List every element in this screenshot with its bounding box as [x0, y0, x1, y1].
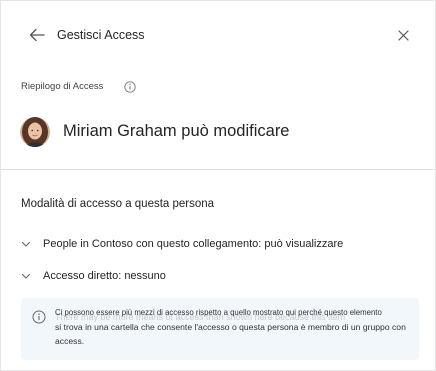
access-summary-label: Riepilogo di Access: [21, 81, 104, 92]
chevron-down-icon: [21, 269, 39, 283]
access-row-label: People in Contoso con questo collegament…: [43, 238, 344, 250]
notice-line-1: Ci possono essere più mezzi di accesso r…: [55, 308, 382, 317]
access-row-direct[interactable]: Accesso diretto: nessuno: [21, 266, 166, 286]
person-permission-title: Miriam Graham può modificare: [63, 122, 290, 140]
notice-line-2: si trova in una cartella che consente l'…: [55, 322, 406, 332]
arrow-left-icon: [29, 28, 45, 42]
avatar: [20, 117, 50, 147]
access-row-label: Accesso diretto: nessuno: [43, 270, 166, 282]
back-button[interactable]: [25, 23, 49, 47]
info-icon: [123, 80, 136, 93]
panel-title: Gestisci Access: [57, 28, 145, 42]
chevron-down-icon: [21, 237, 39, 251]
access-section-title: Modalità di accesso a questa persona: [21, 198, 215, 210]
divider: [1, 169, 435, 170]
access-notice: There may be more means of access than s…: [21, 298, 419, 360]
close-icon: [397, 29, 409, 41]
panel-header: Gestisci Access: [1, 1, 435, 71]
notice-line-3: access.: [55, 336, 85, 346]
access-row-link[interactable]: People in Contoso con questo collegament…: [21, 234, 343, 254]
info-icon: [31, 309, 47, 325]
notice-text: Ci possono essere più mezzi di accesso r…: [55, 306, 417, 348]
manage-access-panel: Gestisci Access Riepilogo di Access Miri…: [0, 0, 436, 371]
summary-info-button[interactable]: [123, 80, 136, 93]
close-button[interactable]: [393, 25, 413, 45]
